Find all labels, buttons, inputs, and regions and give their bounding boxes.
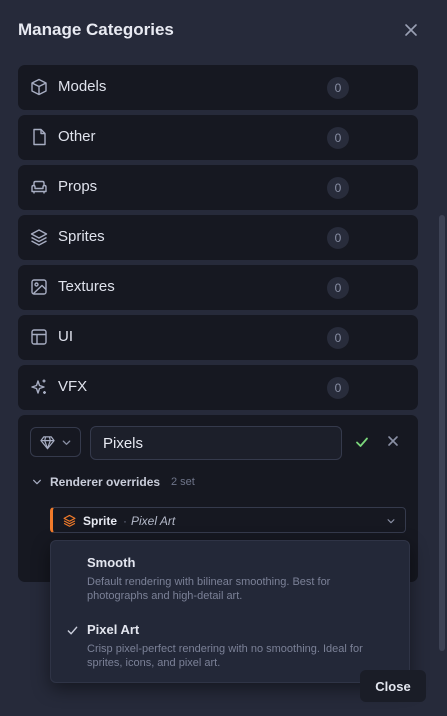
category-row-other[interactable]: Other 0 — [18, 115, 418, 160]
chevron-down-icon — [61, 437, 72, 448]
option-label: Pixel Art — [87, 622, 140, 637]
chevron-down-icon — [386, 516, 396, 526]
image-icon — [30, 278, 48, 296]
confirm-check-icon[interactable] — [355, 435, 369, 449]
sprite-renderer-select[interactable]: Sprite · Pixel Art — [50, 507, 406, 533]
category-name-input[interactable] — [90, 426, 342, 460]
category-row-props[interactable]: Props 0 — [18, 165, 418, 210]
category-name: Props — [58, 178, 98, 195]
check-icon — [67, 625, 78, 636]
renderer-overrides-label: Renderer overrides — [50, 475, 161, 489]
separator: · — [123, 514, 127, 528]
override-type-label: Sprite — [83, 514, 118, 528]
renderer-dropdown-menu: Smooth Default rendering with bilinear s… — [50, 540, 410, 683]
file-icon — [30, 128, 48, 146]
close-button[interactable]: Close — [360, 670, 426, 702]
category-count-badge: 0 — [327, 277, 349, 299]
category-name: Other — [58, 128, 96, 145]
cancel-edit-icon[interactable] — [387, 435, 399, 447]
option-pixel-art[interactable]: Pixel Art Crisp pixel-perfect rendering … — [51, 622, 409, 678]
category-name: Models — [58, 78, 107, 95]
layers-icon — [30, 228, 48, 246]
category-count-badge: 0 — [327, 177, 349, 199]
category-count-badge: 0 — [327, 227, 349, 249]
gem-icon — [40, 435, 55, 450]
category-list: Models 0 Other 0 Props 0 Sprites 0 Textu… — [18, 65, 418, 415]
category-row-models[interactable]: Models 0 — [18, 65, 418, 110]
close-icon[interactable] — [403, 22, 419, 38]
option-smooth[interactable]: Smooth Default rendering with bilinear s… — [51, 555, 409, 611]
category-count-badge: 0 — [327, 377, 349, 399]
category-count-badge: 0 — [327, 127, 349, 149]
layers-icon — [63, 514, 76, 527]
category-name: UI — [58, 328, 73, 345]
sofa-icon — [30, 178, 48, 196]
option-description: Crisp pixel-perfect rendering with no sm… — [87, 643, 363, 669]
overrides-count: 2 set — [171, 476, 195, 488]
category-row-ui[interactable]: UI 0 — [18, 315, 418, 360]
chevron-down-icon — [32, 477, 42, 487]
category-name: Sprites — [58, 228, 105, 245]
category-count-badge: 0 — [327, 327, 349, 349]
scrollbar-thumb[interactable] — [439, 215, 445, 651]
sparkles-icon — [30, 378, 48, 396]
category-row-vfx[interactable]: VFX 0 — [18, 365, 418, 410]
layout-icon — [30, 328, 48, 346]
override-value: Pixel Art — [131, 514, 176, 528]
option-label: Smooth — [87, 555, 136, 570]
scrollbar[interactable] — [438, 60, 446, 655]
category-name: Textures — [58, 278, 115, 295]
dialog-title: Manage Categories — [18, 20, 174, 39]
cube-icon — [30, 78, 48, 96]
category-row-textures[interactable]: Textures 0 — [18, 265, 418, 310]
icon-picker-button[interactable] — [30, 427, 81, 457]
category-row-sprites[interactable]: Sprites 0 — [18, 215, 418, 260]
category-count-badge: 0 — [327, 77, 349, 99]
option-description: Default rendering with bilinear smoothin… — [87, 576, 331, 602]
category-name: VFX — [58, 378, 88, 395]
